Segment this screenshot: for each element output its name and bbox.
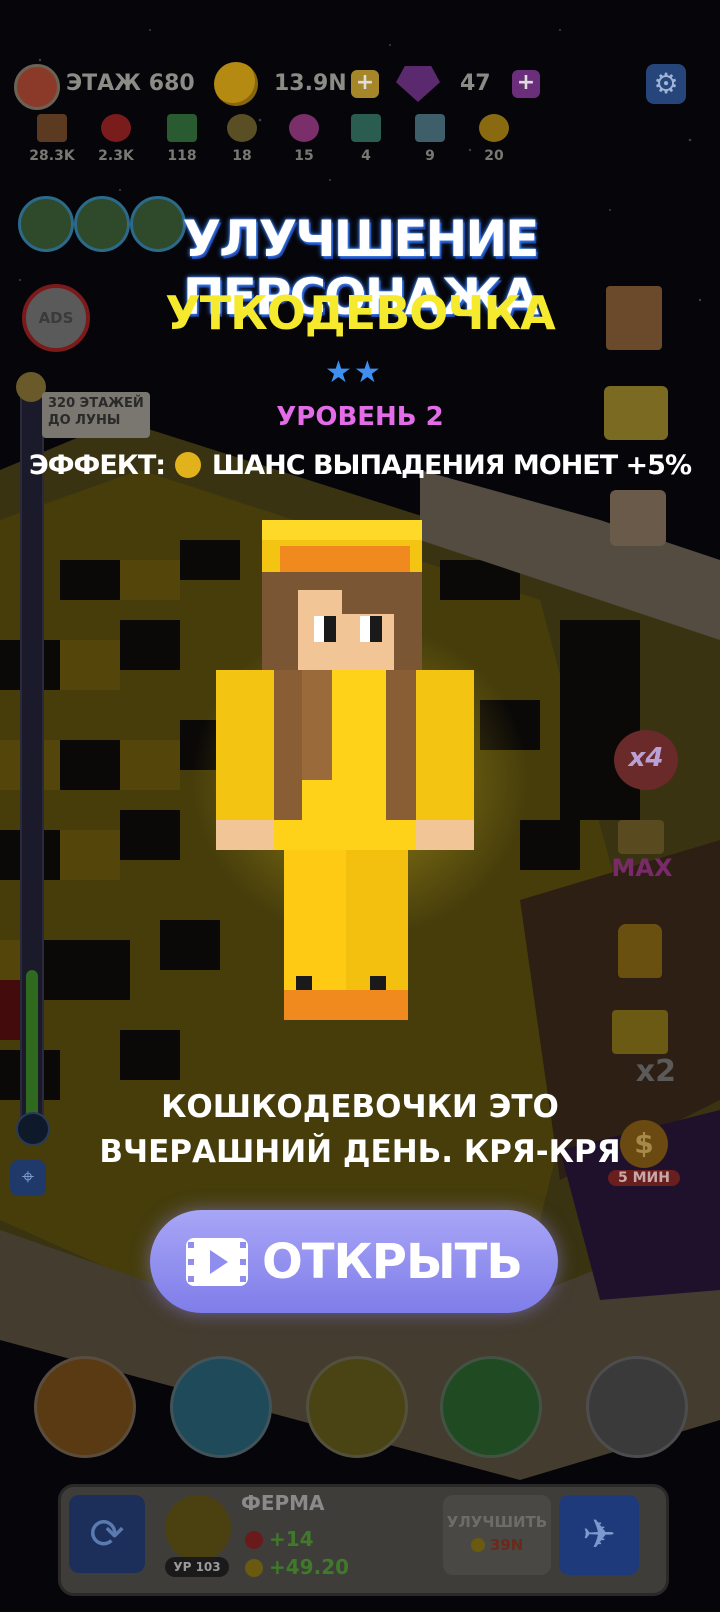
floor-label: ЭТАЖ 680 xyxy=(66,71,195,96)
add-coins-button[interactable]: + xyxy=(351,70,379,98)
top-hud: ЭТАЖ 680 13.9N + 47 + ⚙ xyxy=(0,60,720,110)
max-cube-icon xyxy=(618,820,664,854)
x2-label: x2 xyxy=(635,1054,676,1089)
character-level: УРОВЕНЬ 2 xyxy=(276,402,444,432)
resource-value: 20 xyxy=(484,148,504,164)
gem-icon xyxy=(396,66,440,102)
resource-book: 118 xyxy=(152,114,212,164)
resource-value: 15 xyxy=(294,148,314,164)
upgrade-coin-icon xyxy=(470,1538,485,1552)
resource-potion: 9 xyxy=(400,114,460,164)
building-level-badge: УР 103 xyxy=(165,1557,229,1577)
upgrade-cost: 39N xyxy=(489,1536,524,1554)
building-info-panel: ⟳ УР 103 ФЕРМА +14 +49.20 УЛУЧШИТЬ 39N ✈ xyxy=(58,1484,669,1596)
resource-value: 2.3K xyxy=(98,148,134,164)
moon-progress-track xyxy=(20,380,44,1134)
resource-value: 18 xyxy=(232,148,252,164)
x4-label: x4 xyxy=(628,743,664,773)
effect-prefix: ЭФФЕКТ: xyxy=(28,450,166,481)
resource-candy: 15 xyxy=(274,114,334,164)
office-building-button[interactable] xyxy=(34,1356,136,1458)
resource-value: 118 xyxy=(167,148,197,164)
gift-icon[interactable] xyxy=(14,64,60,110)
farm-thumbnail xyxy=(165,1495,231,1561)
x2-boost-button[interactable]: x2 xyxy=(612,1010,676,1090)
resource-banknote: 4 xyxy=(336,114,396,164)
duck-girl-character-image xyxy=(216,520,474,1020)
chest-icon xyxy=(37,114,67,142)
max-boost-button[interactable]: MAX xyxy=(604,820,680,884)
x2-cube-icon xyxy=(612,1010,668,1054)
potion-icon xyxy=(415,114,445,142)
stat-coin-icon xyxy=(245,1559,263,1577)
stat-1: +14 xyxy=(269,1527,314,1551)
resource-value: 9 xyxy=(425,148,435,164)
coin-count: 13.9N xyxy=(274,71,347,96)
stat-2: +49.20 xyxy=(269,1555,350,1579)
sunflower-icon xyxy=(479,114,509,142)
book-icon xyxy=(167,114,197,142)
star-rating: ★★ xyxy=(325,355,383,390)
resource-donut: 18 xyxy=(212,114,272,164)
character-name: УТКОДЕВОЧКА xyxy=(165,286,555,340)
upgrade-button[interactable]: УЛУЧШИТЬ 39N xyxy=(443,1495,551,1575)
swap-arrows-button[interactable]: ⟳ xyxy=(69,1495,145,1573)
map-icon[interactable] xyxy=(610,490,666,546)
resources-row: 28.3K 2.3K 118 18 15 4 9 20 xyxy=(0,114,720,174)
settings-gear-icon[interactable]: ⚙ xyxy=(646,64,686,104)
building-name: ФЕРМА xyxy=(241,1491,325,1515)
upgrade-cost-row: 39N xyxy=(443,1535,551,1554)
effect-line: ЭФФЕКТ: ШАНС ВЫПАДЕНИЯ МОНЕТ +5% xyxy=(0,450,720,481)
max-label: MAX xyxy=(611,854,673,882)
upgrade-label: УЛУЧШИТЬ xyxy=(446,1513,548,1531)
candy-icon xyxy=(289,114,319,142)
open-button[interactable]: ОТКРЫТЬ xyxy=(150,1210,558,1313)
description-line-2: ВЧЕРАШНИЙ ДЕНЬ. КРЯ-КРЯ xyxy=(99,1134,621,1170)
resource-sunflower: 20 xyxy=(464,114,524,164)
banknote-icon xyxy=(351,114,381,142)
farm-building-button[interactable] xyxy=(306,1356,408,1458)
character-description: КОШКОДЕВОЧКИ ЭТО ВЧЕРАШНИЙ ДЕНЬ. КРЯ-КРЯ xyxy=(0,1085,720,1175)
donut-icon xyxy=(227,114,257,142)
x4-boost-button[interactable]: x4 xyxy=(614,730,678,790)
resource-value: 28.3K xyxy=(29,148,75,164)
stat-strawberry-icon xyxy=(245,1531,263,1549)
resource-strawberry: 2.3K xyxy=(86,114,146,164)
boost-rocket-button[interactable]: ✈ xyxy=(559,1495,639,1575)
trophy-icon[interactable] xyxy=(618,924,662,978)
shop-building-button[interactable] xyxy=(170,1356,272,1458)
open-button-label: ОТКРЫТЬ xyxy=(261,1233,523,1290)
bedroom-building-button[interactable] xyxy=(440,1356,542,1458)
video-play-icon xyxy=(185,1237,248,1286)
strawberry-icon xyxy=(101,114,131,142)
gem-count: 47 xyxy=(460,71,491,96)
resource-chest: 28.3K xyxy=(22,114,82,164)
effect-text: ШАНС ВЫПАДЕНИЯ МОНЕТ +5% xyxy=(211,450,692,481)
locked-building-button[interactable] xyxy=(586,1356,688,1458)
description-line-1: КОШКОДЕВОЧКИ ЭТО xyxy=(161,1089,559,1125)
resource-value: 4 xyxy=(361,148,371,164)
add-gems-button[interactable]: + xyxy=(512,70,540,98)
coin-icon xyxy=(214,62,258,106)
coin-dice-icon xyxy=(175,452,202,478)
